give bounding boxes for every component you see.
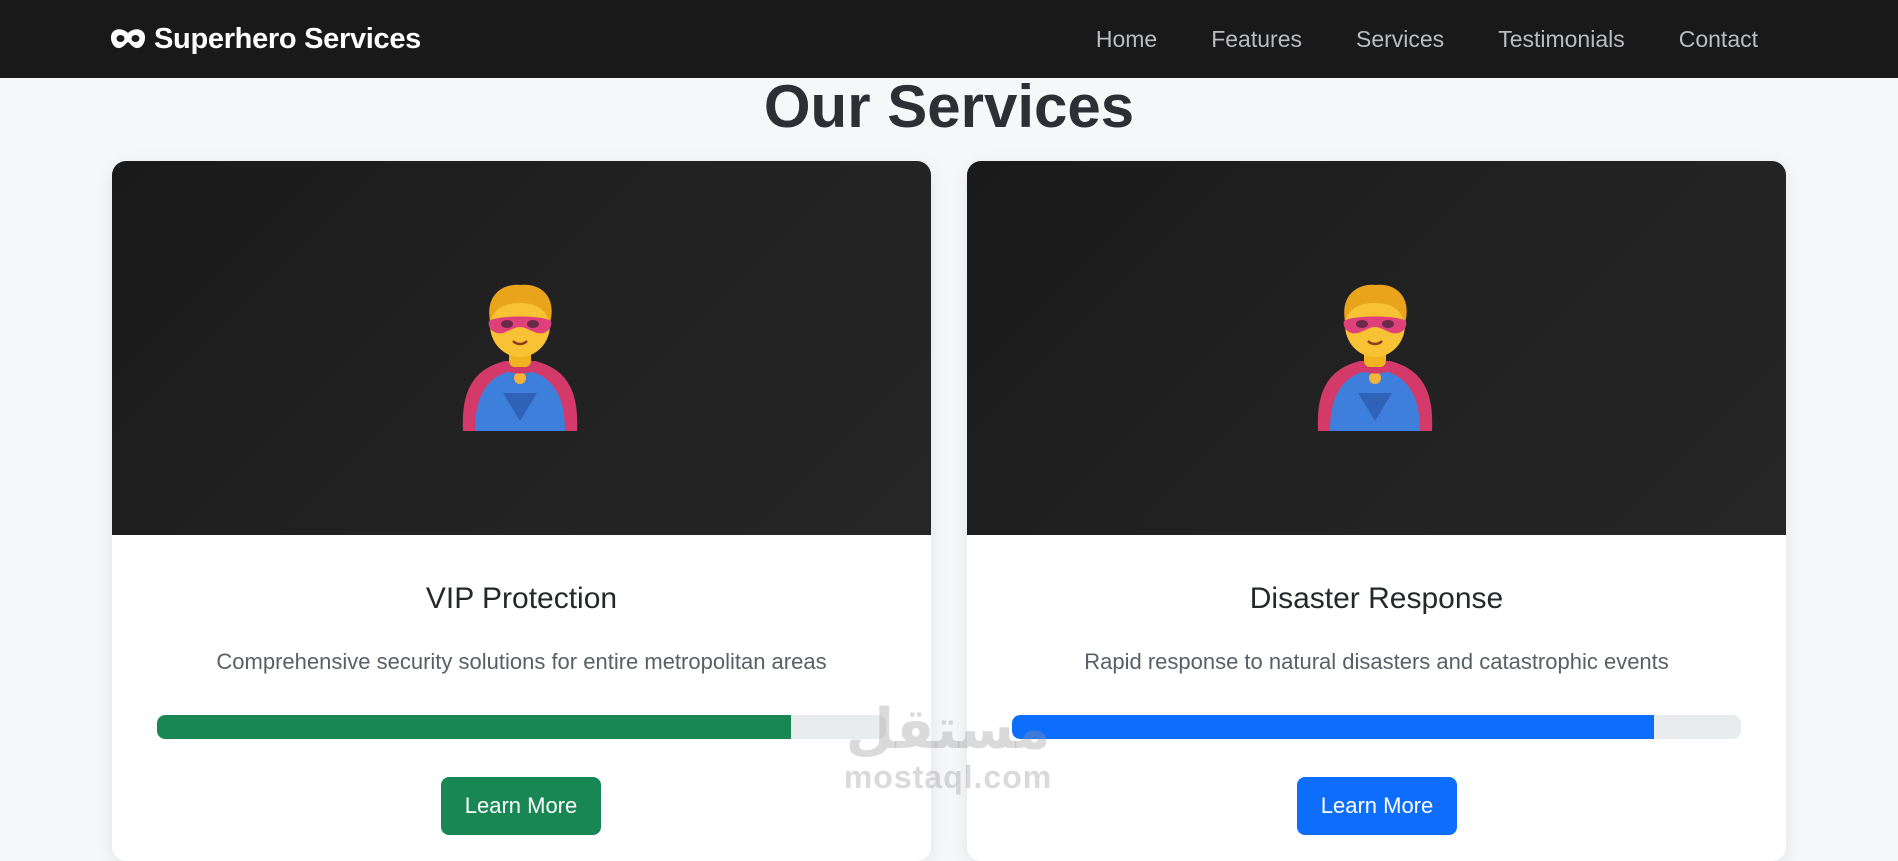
nav-link-contact[interactable]: Contact xyxy=(1679,26,1758,53)
card-image xyxy=(112,161,931,535)
nav-link-services[interactable]: Services xyxy=(1356,26,1444,53)
card-title: Disaster Response xyxy=(1249,582,1504,615)
nav-link-home[interactable]: Home xyxy=(1096,26,1157,53)
nav-links: Home Features Services Testimonials Cont… xyxy=(1096,0,1758,78)
card-image xyxy=(967,161,1786,535)
card-description: Comprehensive security solutions for ent… xyxy=(216,649,827,674)
progress-bar xyxy=(157,715,886,739)
brand-name: Superhero Services xyxy=(154,22,422,55)
mask-icon xyxy=(110,27,146,51)
progress-fill xyxy=(157,715,792,739)
brand[interactable]: Superhero Services xyxy=(110,18,421,60)
nav-link-features[interactable]: Features xyxy=(1211,26,1302,53)
learn-more-button[interactable]: Learn More xyxy=(1297,777,1457,835)
progress-bar xyxy=(1012,715,1741,739)
card-title: VIP Protection xyxy=(425,582,618,615)
progress-fill xyxy=(1012,715,1654,739)
card-description: Rapid response to natural disasters and … xyxy=(1084,649,1669,674)
nav-link-testimonials[interactable]: Testimonials xyxy=(1498,26,1625,53)
navbar: Superhero Services Home Features Service… xyxy=(0,0,1898,78)
superhero-icon xyxy=(445,281,595,438)
service-card-vip-protection: VIP Protection Comprehensive security so… xyxy=(112,161,931,861)
learn-more-button[interactable]: Learn More xyxy=(441,777,601,835)
service-card-disaster-response: Disaster Response Rapid response to natu… xyxy=(967,161,1786,861)
superhero-icon xyxy=(1300,281,1450,438)
section-title: Our Services xyxy=(763,73,1135,140)
